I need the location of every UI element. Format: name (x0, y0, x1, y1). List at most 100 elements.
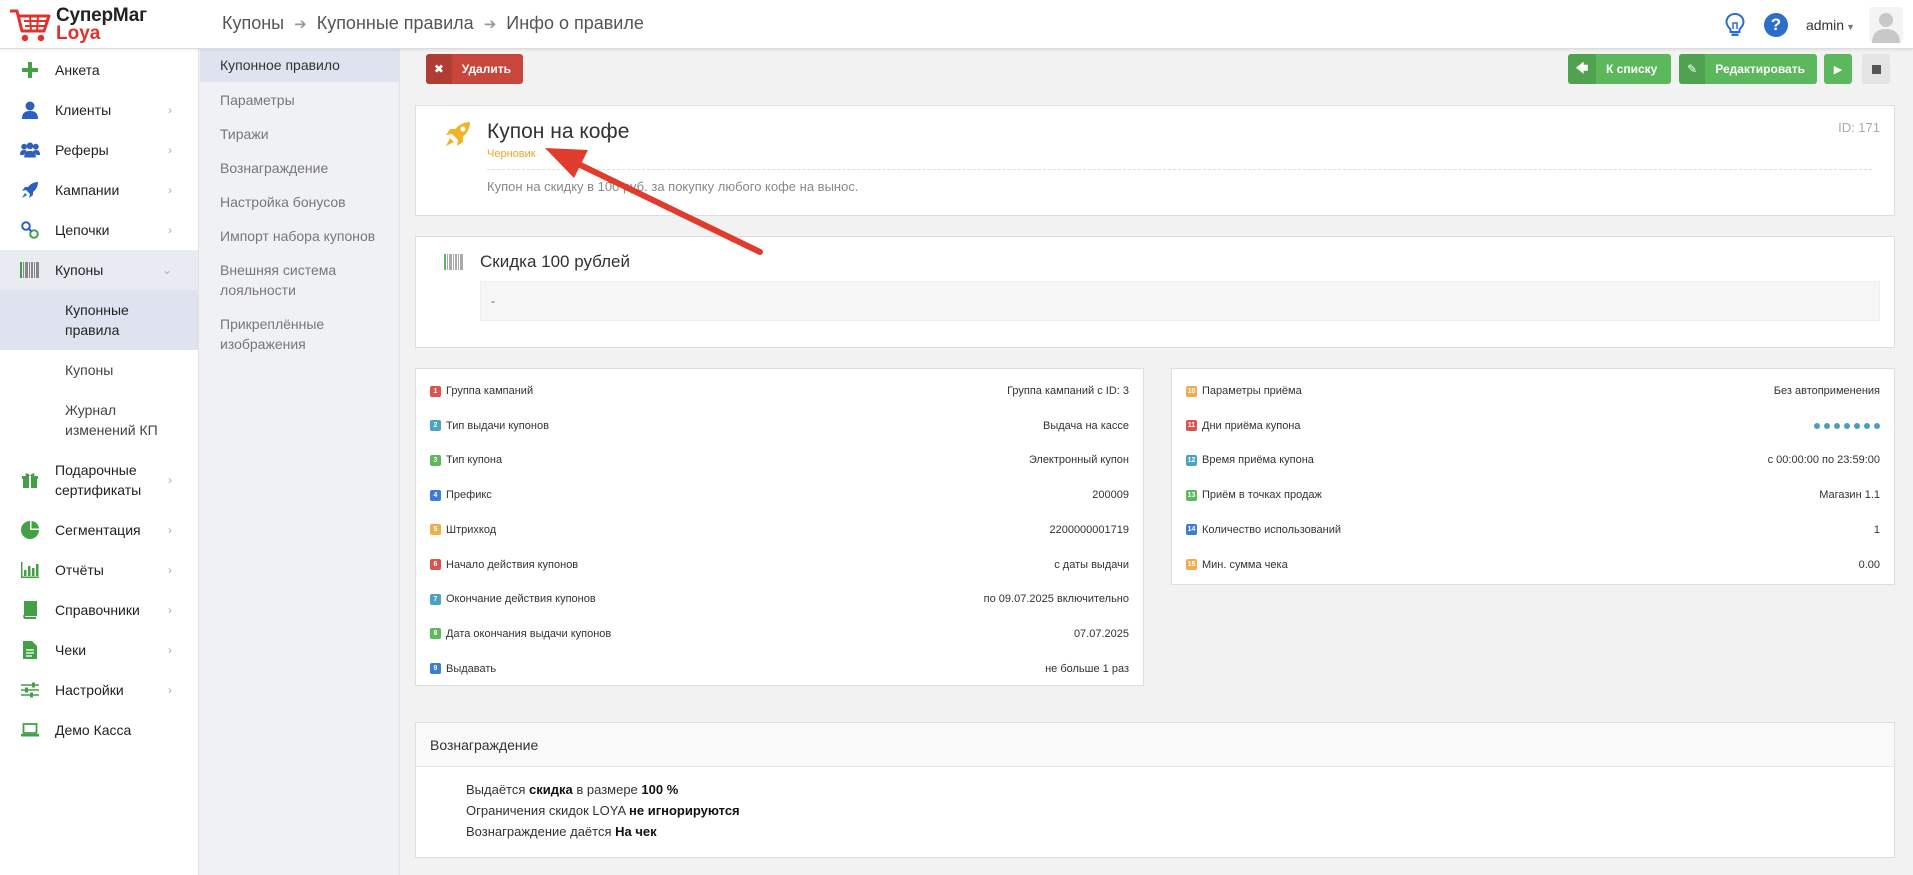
param-number-badge: 11 (1186, 420, 1197, 432)
param-value: Выдача на кассе (1043, 419, 1129, 432)
rule-header-card: Купон на кофе Черновик ID: 171 Купон на … (415, 105, 1895, 216)
param-value: Магазин 1.1 (1819, 489, 1880, 502)
param-value: Без автоприменения (1773, 385, 1880, 397)
receipt-icon (20, 640, 40, 660)
weekday-dot (1844, 422, 1850, 429)
brand-logo[interactable]: СуперМаг Loya (8, 4, 198, 46)
param-number-badge: 2 (430, 420, 441, 432)
play-button[interactable]: ▶ (1824, 54, 1852, 84)
book-icon (20, 600, 40, 620)
param-label: Приём в точках продаж (1202, 489, 1322, 502)
param-number-badge: 7 (430, 593, 441, 605)
weekday-dot (1874, 422, 1880, 429)
params-right-card: 10 Параметры приёма Без автоприменения 11 Дн… (1171, 368, 1895, 585)
sidebar-subitem-changelog[interactable]: Журнал изменений КП (0, 390, 198, 450)
coupon-body: - (480, 281, 1880, 321)
sidebar-item-questionnaire[interactable]: Анкета (0, 50, 198, 90)
submenu-item-bonus-settings[interactable]: Настройка бонусов (200, 185, 399, 219)
param-number-badge: 12 (1186, 454, 1197, 466)
divider (487, 169, 1872, 170)
sidebar-item-reports[interactable]: Отчёты › (0, 550, 198, 590)
param-row: 6 Начало действия купонов с даты выдачи (430, 555, 1129, 575)
lightbulb-icon[interactable] (1724, 12, 1746, 38)
chevron-down-icon: ⌄ (161, 263, 172, 277)
sidebar-item-clients[interactable]: Клиенты › (0, 90, 198, 130)
to-list-button-label: К списку (1606, 62, 1658, 76)
delete-button-label: Удалить (461, 62, 511, 76)
param-value: 200009 (1092, 489, 1129, 502)
stop-button[interactable] (1862, 54, 1890, 84)
submenu-item-runs[interactable]: Тиражи (200, 117, 399, 151)
users-icon (20, 140, 40, 160)
close-icon: ✖ (426, 54, 452, 84)
to-list-button[interactable]: 🡄 К списку (1568, 54, 1671, 84)
weekday-dot (1864, 422, 1870, 429)
avatar[interactable] (1869, 7, 1903, 43)
param-number-badge: 15 (1186, 559, 1197, 570)
sidebar-item-chains[interactable]: Цепочки › (0, 210, 198, 250)
sidebar-item-segmentation[interactable]: Сегментация › (0, 510, 198, 550)
delete-button[interactable]: ✖ Удалить (426, 54, 523, 84)
arrow-left-icon: 🡄 (1568, 54, 1596, 84)
user-menu[interactable]: admin ▼ (1806, 17, 1855, 33)
submenu-item-external-loyalty[interactable]: Внешняя система лояльности (200, 253, 399, 307)
gift-icon (20, 470, 40, 490)
sidebar-item-settings[interactable]: Настройки › (0, 670, 198, 710)
reward-emphasis: не игнорируются (629, 803, 740, 818)
brand-subname: Loya (56, 23, 101, 44)
submenu-item-attached-images[interactable]: Прикреплённые изображения (200, 307, 399, 361)
submenu-item-import-coupons[interactable]: Импорт набора купонов (200, 219, 399, 253)
reward-emphasis: скидка (529, 782, 573, 797)
reward-line-restrictions: Ограничения скидок LOYA не игнорируются (466, 803, 740, 818)
chevron-right-icon: › (168, 183, 172, 197)
sidebar-item-label: Сегментация (55, 522, 141, 538)
sidebar-item-referrers[interactable]: Реферы › (0, 130, 198, 170)
param-value: с 00:00:00 по 23:59:00 (1767, 454, 1880, 467)
sidebar-item-receipts[interactable]: Чеки › (0, 630, 198, 670)
submenu-item-parameters[interactable]: Параметры (200, 83, 399, 117)
breadcrumb-item-coupon-rules[interactable]: Купонные правила (317, 13, 474, 34)
submenu-item-coupon-rule[interactable]: Купонное правило (200, 49, 399, 82)
param-label: Начало действия купонов (446, 558, 579, 571)
weekday-dot (1824, 422, 1830, 429)
sidebar-subitem-coupons[interactable]: Купоны (0, 350, 198, 390)
chevron-right-icon: › (168, 563, 172, 577)
param-value: 1 (1873, 523, 1880, 536)
param-number-badge: 3 (430, 454, 441, 466)
weekday-dot (1814, 422, 1820, 429)
help-icon[interactable]: ? (1763, 13, 1788, 37)
edit-button[interactable]: ✎ Редактировать (1679, 54, 1817, 84)
param-label: Префикс (446, 489, 492, 502)
edit-button-label: Редактировать (1715, 62, 1805, 76)
submenu-item-reward[interactable]: Вознаграждение (200, 151, 399, 185)
weekday-dots (1814, 422, 1880, 429)
plus-icon (20, 60, 40, 80)
user-icon (20, 100, 40, 120)
reward-emphasis: На чек (615, 824, 657, 839)
param-row: 4 Префикс 200009 (430, 485, 1129, 505)
sidebar-subitem-coupon-rules[interactable]: Купонные правила (0, 290, 198, 350)
param-label: Группа кампаний (446, 385, 534, 397)
param-row: 14 Количество использований 1 (1186, 520, 1880, 540)
pencil-icon: ✎ (1679, 54, 1706, 84)
param-label: Окончание действия купонов (446, 593, 596, 606)
chevron-right-icon: › (168, 603, 172, 617)
sidebar: Анкета Клиенты › Реферы › Кампании › Цеп… (0, 49, 199, 875)
param-value: с даты выдачи (1054, 558, 1129, 571)
param-row: 2 Тип выдачи купонов Выдача на кассе (430, 416, 1129, 436)
sidebar-item-references[interactable]: Справочники › (0, 590, 198, 630)
sidebar-item-label: Реферы (55, 142, 109, 158)
param-label: Параметры приёма (1202, 385, 1302, 397)
param-value: по 09.07.2025 включительно (983, 593, 1129, 606)
sidebar-item-coupons[interactable]: Купоны ⌄ (0, 250, 198, 290)
sidebar-item-demo-cash[interactable]: Демо Касса (0, 710, 198, 750)
param-row: 11 Дни приёма купона (1186, 416, 1880, 436)
param-label: Тип выдачи купонов (446, 419, 549, 432)
sidebar-item-campaigns[interactable]: Кампании › (0, 170, 198, 210)
laptop-icon (20, 720, 40, 740)
sidebar-subitem-label: Купонные правила (65, 302, 129, 338)
sidebar-item-gift-certificates[interactable]: Подарочные сертификаты › (0, 450, 198, 510)
chevron-right-icon: › (168, 143, 172, 157)
rocket-icon (20, 180, 40, 200)
breadcrumb-item-coupons[interactable]: Купоны (222, 13, 284, 34)
